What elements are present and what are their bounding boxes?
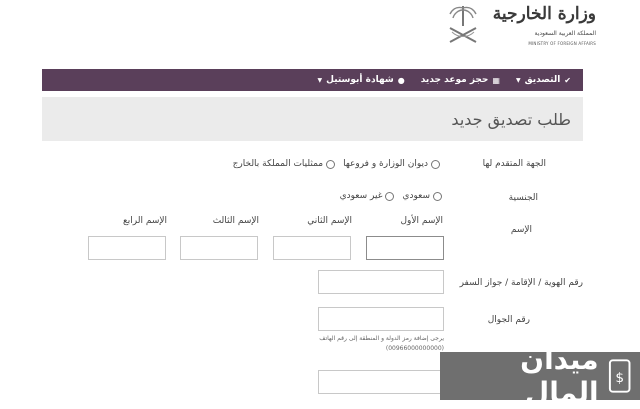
circle-icon: ● (397, 75, 405, 85)
entity-option-ministry[interactable]: ديوان الوزارة و فروعها (343, 159, 440, 169)
caret-down-icon: ▼ (515, 76, 521, 84)
nationality-radio-group: سعودي غير سعودي (332, 191, 442, 201)
fourth-name-input[interactable] (88, 236, 166, 260)
entity-label: الجهة المتقدم لها (482, 159, 546, 169)
page-title: طلب تصديق جديد (451, 109, 571, 129)
first-name-label: الإسم الأول (400, 216, 443, 226)
logo-arabic-title: وزارة الخارجية (492, 4, 596, 24)
entity-radio-group: ديوان الوزارة و فروعها ممثليات المملكة ب… (225, 159, 440, 169)
entity-option-label: ديوان الوزارة و فروعها (343, 159, 428, 169)
nationality-option-label: غير سعودي (339, 191, 383, 201)
watermark-text: ميدان المال (520, 343, 599, 409)
entity-option-missions[interactable]: ممثليات المملكة بالخارج (233, 159, 336, 169)
caret-down-icon: ▼ (317, 76, 323, 84)
id-label: رقم الهوية / الإقامة / جواز السفر (459, 278, 583, 288)
next-input[interactable] (318, 370, 444, 394)
radio-circle[interactable] (385, 191, 395, 201)
nav-item-new-appointment[interactable]: ▦ حجز موعد جديد (421, 75, 500, 85)
nationality-option-saudi[interactable]: سعودي (402, 191, 442, 201)
money-phone-icon: $ (608, 359, 631, 393)
watermark-banner: $ ميدان المال (440, 343, 640, 409)
third-name-input[interactable] (180, 236, 258, 260)
mobile-input[interactable] (318, 307, 444, 331)
mobile-hint-line1: يرجى إضافة رمز الدولة و المنطقة إلى رقم … (319, 335, 444, 342)
nav-item-certification[interactable]: ✔ التصديق ▼ (516, 75, 571, 85)
mobile-hint-line2: (00966000000000) (385, 345, 444, 352)
nav-item-apostille[interactable]: ● شهادة أبوستيل ▼ (318, 75, 405, 85)
name-label: الإسم (510, 225, 532, 235)
check-circle-icon: ✔ (564, 75, 571, 85)
radio-circle[interactable] (326, 159, 336, 169)
nationality-option-non-saudi[interactable]: غير سعودي (340, 191, 395, 201)
third-name-label: الإسم الثالث (212, 216, 259, 226)
fourth-name-label: الإسم الرابع (122, 216, 167, 226)
nav-item-label: حجز موعد جديد (420, 75, 489, 85)
page-title-bar: طلب تصديق جديد (42, 97, 583, 141)
calendar-icon: ▦ (492, 75, 500, 85)
nationality-label: الجنسية (508, 193, 538, 203)
palm-swords-emblem-icon (449, 6, 477, 43)
radio-circle[interactable] (431, 159, 440, 169)
ministry-logo: وزارة الخارجية المملكة العربية السعودية … (446, 0, 596, 62)
main-navbar: ✔ التصديق ▼ ▦ حجز موعد جديد ● شهادة أبوس… (42, 69, 583, 91)
entity-option-label: ممثليات المملكة بالخارج (232, 159, 324, 169)
nationality-option-label: سعودي (402, 191, 430, 201)
svg-text:$: $ (615, 370, 624, 386)
nav-item-label: شهادة أبوستيل (326, 75, 394, 85)
second-name-label: الإسم الثاني (307, 216, 352, 226)
nav-item-label: التصديق (524, 75, 561, 85)
logo-english: MINISTRY OF FOREIGN AFFAIRS (528, 41, 596, 46)
second-name-input[interactable] (273, 236, 351, 260)
first-name-input[interactable] (366, 236, 444, 260)
radio-circle[interactable] (433, 191, 442, 201)
logo-subtitle: المملكة العربية السعودية (534, 30, 596, 37)
mobile-label: رقم الجوال (487, 315, 530, 325)
id-input[interactable] (318, 270, 444, 294)
